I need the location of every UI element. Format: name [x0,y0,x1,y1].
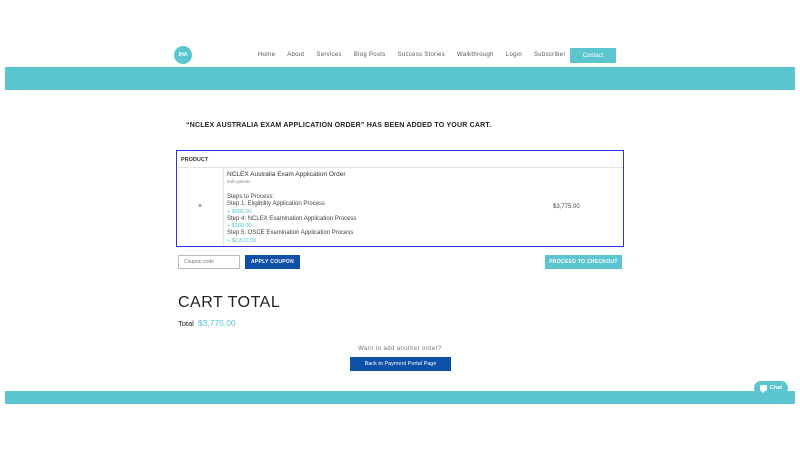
nav-login[interactable]: Login [506,52,522,58]
cart-added-notice: “NCLEX AUSTRALIA EXAM APPLICATION ORDER”… [186,122,492,129]
footer-banner [5,391,795,404]
apply-coupon-button[interactable]: APPLY COUPON [245,255,300,269]
chat-button[interactable]: Chat [754,381,788,395]
coupon-code-input[interactable] [178,255,240,269]
item-price: $3,775.00 [553,204,580,210]
top-navigation: IHA Home About Services Blog Posts Succe… [0,0,800,67]
nav-blog-posts[interactable]: Blog Posts [354,52,386,58]
proceed-to-checkout-button[interactable]: PROCEED TO CHECKOUT [545,255,622,269]
main-menu: Home About Services Blog Posts Success S… [258,52,577,58]
column-divider [223,168,224,246]
remove-item-icon[interactable]: × [198,203,202,210]
step-price: + $2,810.00 [227,237,257,244]
nav-walkthrough[interactable]: Walkthrough [457,52,494,58]
chat-label: Chat [769,385,783,391]
another-order-prompt: Want to add another order? [358,346,442,352]
site-logo[interactable]: IHA [174,46,192,64]
step-label: Step 4: NCLEX Examination Application Pr… [227,215,357,222]
cart-item-details: NCLEX Australia Exam Application Order E… [227,171,356,244]
step-label: Step 1: Eligibility Application Process [227,201,326,208]
back-to-payment-portal-button[interactable]: Back to Payment Portal Page [350,357,451,371]
cart-table-header: PRODUCT [177,151,623,168]
contact-button[interactable]: Contact [570,48,616,63]
cart-total-heading: CART TOTAL [178,294,281,311]
product-name[interactable]: NCLEX Australia Exam Application Order [227,171,356,179]
nav-about[interactable]: About [287,52,304,58]
edit-options-link[interactable]: Edit options [227,179,356,185]
step-price: + $380.00 [227,223,252,230]
header-banner [5,67,795,90]
step-label: Step 5: OSCE Examination Application Pro… [227,230,354,236]
step-price: + $585.00 [227,208,252,215]
total-label: Total [178,319,194,328]
nav-services[interactable]: Services [316,52,341,58]
total-line: Total $3,775.00 [178,318,236,328]
cart-table: PRODUCT × NCLEX Australia Exam Applicati… [176,150,624,247]
steps-heading: Steps to Process: [227,193,275,200]
nav-success-stories[interactable]: Success Stories [398,52,446,58]
chat-bubble-icon [759,385,767,393]
nav-home[interactable]: Home [258,52,275,58]
total-amount: $3,775.00 [197,318,236,328]
nav-subscribe[interactable]: Subscribe! [534,52,565,58]
